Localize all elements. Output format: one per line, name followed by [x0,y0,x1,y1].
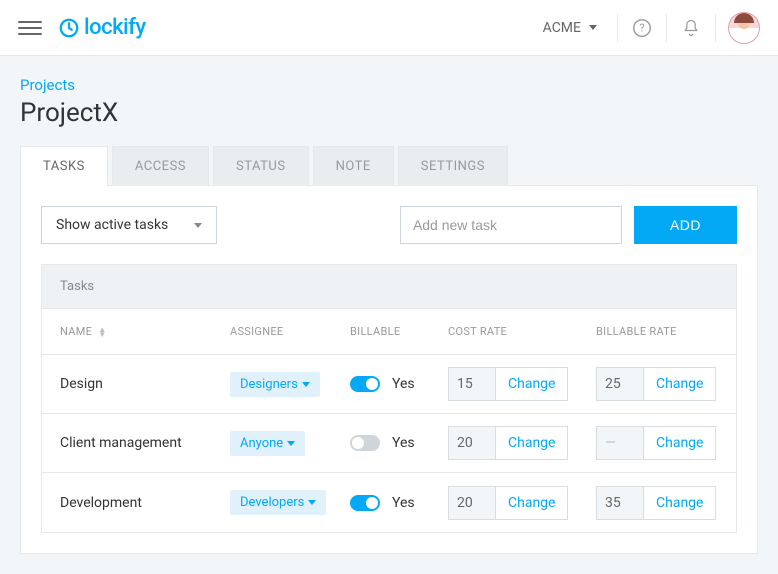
add-task-button[interactable]: ADD [634,206,737,244]
chevron-down-icon [589,25,597,30]
billable-rate-change-link[interactable]: Change [644,486,716,520]
table-title: Tasks [42,265,736,309]
col-assignee: ASSIGNEE [230,325,350,338]
assignee-cell: Anyone [230,431,350,456]
tab-note[interactable]: NOTE [313,146,394,186]
billable-cell: Yes [350,435,448,451]
menu-icon[interactable] [18,16,42,40]
billable-rate-value: 35 [596,486,644,520]
tab-access[interactable]: ACCESS [112,146,209,186]
breadcrumb-projects[interactable]: Projects [20,76,758,94]
billable-cell: Yes [350,376,448,392]
billable-rate-cell: 25Change [596,367,744,401]
workspace-selector[interactable]: ACME [527,20,613,36]
col-name[interactable]: NAME ▲▼ [60,325,230,338]
divider [666,14,667,42]
table-row: DevelopmentDevelopersYes20Change35Change [42,473,736,532]
add-task-input[interactable] [400,206,622,244]
billable-rate-change-link[interactable]: Change [644,426,716,460]
assignee-label: Developers [240,495,304,510]
billable-cell: Yes [350,495,448,511]
billable-rate-value: — [596,426,644,460]
app-logo[interactable]: lockify [58,15,146,40]
cost-rate-cell: 20Change [448,486,596,520]
tabs-bar: TASKSACCESSSTATUSNOTESETTINGS [20,146,758,186]
assignee-label: Designers [240,377,298,392]
tasks-table: Tasks NAME ▲▼ ASSIGNEE BILLABLE COST RAT… [41,264,737,533]
chevron-down-icon [302,382,310,387]
cost-rate-change-link[interactable]: Change [496,367,568,401]
cost-rate-cell: 15Change [448,367,596,401]
tasks-toolbar: Show active tasks ADD [41,206,737,244]
logo-text: lockify [84,15,146,40]
task-filter-select[interactable]: Show active tasks [41,206,217,244]
sort-icon: ▲▼ [98,327,106,337]
task-name[interactable]: Development [60,495,230,511]
tab-tasks[interactable]: TASKS [20,146,108,186]
cost-rate-value: 20 [448,426,496,460]
help-icon[interactable]: ? [622,8,662,48]
col-billable: BILLABLE [350,325,448,338]
page-title: ProjectX [20,98,758,128]
billable-toggle[interactable] [350,376,380,392]
billable-rate-value: 25 [596,367,644,401]
cost-rate-change-link[interactable]: Change [496,486,568,520]
tasks-panel: Show active tasks ADD Tasks NAME ▲▼ ASSI… [20,185,758,554]
billable-label: Yes [392,376,415,392]
chevron-down-icon [194,223,202,228]
user-avatar[interactable] [728,12,760,44]
task-name[interactable]: Client management [60,435,230,451]
chevron-down-icon [308,500,316,505]
billable-rate-cell: 35Change [596,486,744,520]
col-billable-rate: BILLABLE RATE [596,325,744,338]
filter-label: Show active tasks [56,217,168,233]
cost-rate-change-link[interactable]: Change [496,426,568,460]
table-header: NAME ▲▼ ASSIGNEE BILLABLE COST RATE BILL… [42,309,736,355]
billable-label: Yes [392,435,415,451]
cost-rate-cell: 20Change [448,426,596,460]
table-row: DesignDesignersYes15Change25Change [42,355,736,414]
svg-text:?: ? [639,21,644,34]
tab-settings[interactable]: SETTINGS [398,146,508,186]
tab-status[interactable]: STATUS [213,146,309,186]
billable-toggle[interactable] [350,435,380,451]
notifications-icon[interactable] [671,8,711,48]
page-content: Projects ProjectX TASKSACCESSSTATUSNOTES… [0,56,778,574]
table-row: Client managementAnyoneYes20Change—Chang… [42,414,736,473]
assignee-label: Anyone [240,436,283,451]
assignee-chip[interactable]: Developers [230,490,326,515]
billable-label: Yes [392,495,415,511]
chevron-down-icon [287,441,295,446]
billable-rate-change-link[interactable]: Change [644,367,716,401]
assignee-chip[interactable]: Anyone [230,431,305,456]
billable-rate-cell: —Change [596,426,744,460]
assignee-cell: Designers [230,372,350,397]
divider [617,14,618,42]
assignee-chip[interactable]: Designers [230,372,320,397]
task-name[interactable]: Design [60,376,230,392]
clock-icon [58,17,80,39]
cost-rate-value: 15 [448,367,496,401]
billable-toggle[interactable] [350,495,380,511]
divider [715,14,716,42]
assignee-cell: Developers [230,490,350,515]
col-cost-rate: COST RATE [448,325,596,338]
app-header: lockify ACME ? [0,0,778,56]
workspace-name: ACME [543,20,581,36]
cost-rate-value: 20 [448,486,496,520]
